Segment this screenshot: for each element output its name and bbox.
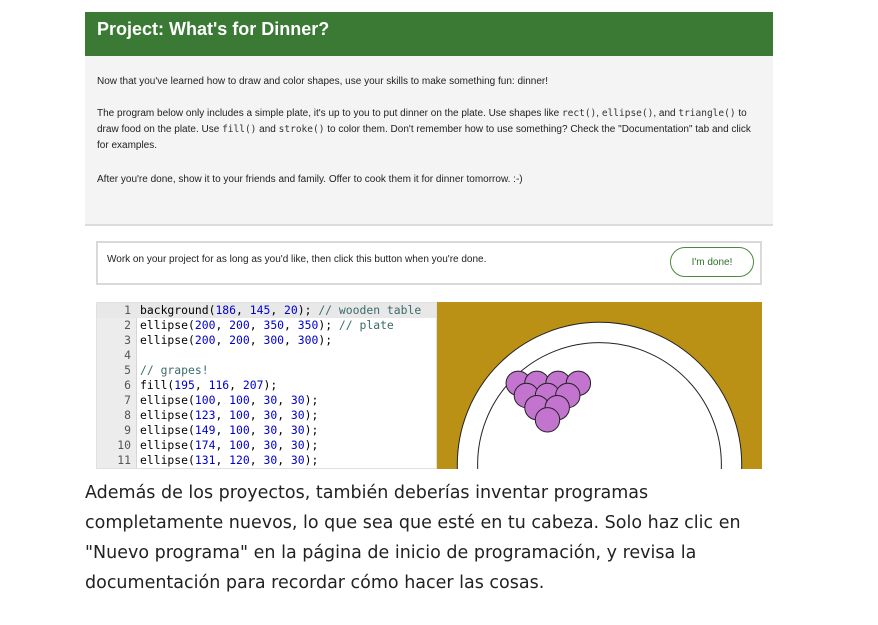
code-line[interactable]: 3 ellipse(200, 200, 300, 300); [97, 333, 436, 348]
instructions-intro: Now that you've learned how to draw and … [97, 76, 549, 87]
line-number: 8 [124, 408, 131, 422]
code-text[interactable]: ellipse(174, 100, 30, 30); [135, 438, 318, 453]
code-text[interactable] [135, 348, 140, 363]
code-text[interactable]: ellipse(100, 100, 30, 30); [135, 393, 318, 408]
line-number: 6 [124, 378, 131, 392]
line-number: 2 [124, 318, 131, 332]
project-instructions: Now that you've learned how to draw and … [85, 56, 773, 226]
body-paragraph: Además de los proyectos, también debería… [85, 483, 741, 593]
code-text[interactable]: // grapes! [135, 363, 209, 378]
project-header: Project: What's for Dinner? [85, 12, 773, 56]
code-text[interactable]: ellipse(123, 100, 30, 30); [135, 408, 318, 423]
code-line[interactable]: 9 ellipse(149, 100, 30, 30); [97, 423, 436, 438]
line-number: 10 [117, 438, 131, 452]
code-text[interactable]: ellipse(200, 200, 350, 350); // plate [135, 318, 394, 333]
instructions-details: The program below only includes a simple… [97, 108, 751, 151]
code-text[interactable]: ellipse(200, 200, 300, 300); [135, 333, 332, 348]
im-done-button[interactable]: I'm done! [670, 247, 754, 277]
line-number: 9 [124, 423, 131, 437]
grape [534, 407, 561, 433]
line-number: 5 [124, 363, 131, 377]
project-title: Project: What's for Dinner? [97, 19, 330, 39]
done-box: Work on your project for as long as you'… [96, 241, 762, 285]
code-line[interactable]: 11 ellipse(131, 120, 30, 30); [97, 453, 436, 468]
code-line[interactable]: 10 ellipse(174, 100, 30, 30); [97, 438, 436, 453]
done-prompt-text: Work on your project for as long as you'… [107, 254, 487, 265]
code-line[interactable]: 8 ellipse(123, 100, 30, 30); [97, 408, 436, 423]
line-number: 11 [117, 453, 131, 467]
code-line[interactable]: 7 ellipse(100, 100, 30, 30); [97, 393, 436, 408]
code-text[interactable]: fill(195, 116, 207); [135, 378, 277, 393]
line-number: 7 [124, 393, 131, 407]
code-text[interactable]: ellipse(131, 120, 30, 30); [135, 453, 318, 468]
output-canvas [437, 302, 762, 469]
code-lines[interactable]: 1 background(186, 145, 20); // wooden tab… [97, 303, 436, 468]
code-editor[interactable]: 1 background(186, 145, 20); // wooden tab… [96, 302, 437, 469]
code-line[interactable]: 2 ellipse(200, 200, 350, 350); // plate [97, 318, 436, 333]
output-drawing [437, 302, 762, 469]
code-text[interactable]: background(186, 145, 20); // wooden tabl… [135, 303, 421, 318]
code-line[interactable]: 5 // grapes! [97, 363, 436, 378]
code-text[interactable]: ellipse(149, 100, 30, 30); [135, 423, 318, 438]
code-line[interactable]: 1 background(186, 145, 20); // wooden tab… [97, 303, 436, 318]
code-line[interactable]: 6 fill(195, 116, 207); [97, 378, 436, 393]
line-number: 1 [124, 303, 131, 317]
code-line[interactable]: 4 [97, 348, 436, 363]
line-number: 4 [124, 348, 131, 362]
line-number: 3 [124, 333, 131, 347]
instructions-share: After you're done, show it to your frien… [97, 174, 523, 185]
